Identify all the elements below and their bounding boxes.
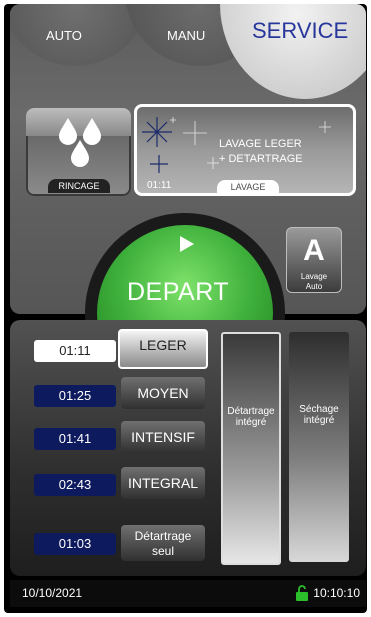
program-time: 01:41 <box>34 428 116 450</box>
program-moyen-button[interactable]: MOYEN <box>121 377 205 409</box>
detartrage-integre-label: Détartrage intégré <box>223 406 279 428</box>
lavage-time: 01:11 <box>147 180 172 191</box>
sechage-integre-label: Séchage intégré <box>289 404 349 426</box>
detartrage-integre-toggle[interactable]: Détartrage intégré <box>221 332 281 565</box>
tab-auto-label[interactable]: AUTO <box>46 28 82 43</box>
program-detartrage-seul-button[interactable]: Détartrage seul <box>121 525 205 561</box>
program-integral-button[interactable]: INTEGRAL <box>121 467 205 499</box>
sechage-line2: intégré <box>303 415 335 426</box>
program-time: 01:11 <box>34 340 116 362</box>
lavage-auto-line2: Auto <box>305 282 323 291</box>
water-drops-icon <box>59 118 101 167</box>
rincage-button[interactable]: RINCAGE <box>26 108 131 196</box>
unlock-icon[interactable] <box>296 585 308 601</box>
program-leger-button[interactable]: LEGER <box>118 329 208 369</box>
program-time: 01:25 <box>34 385 116 407</box>
tab-manu-label[interactable]: MANU <box>167 28 205 43</box>
status-bar: 10/10/2021 10:10:10 <box>10 580 366 607</box>
detartrage-line2: intégré <box>235 417 267 428</box>
lavage-description: LAVAGE LEGER + DETARTRAGE <box>219 137 303 167</box>
status-date: 10/10/2021 <box>22 586 83 600</box>
program-detartrage-line2: seul <box>151 544 174 558</box>
tab-service-label[interactable]: SERVICE <box>252 18 348 44</box>
depart-label: DEPART <box>127 278 230 306</box>
auto-letter: A <box>303 234 325 267</box>
lavage-card[interactable]: LAVAGE LEGER + DETARTRAGE 01:11 LAVAGE <box>134 104 356 196</box>
program-intensif-button[interactable]: INTENSIF <box>121 421 205 453</box>
play-icon <box>180 236 194 252</box>
rincage-label: RINCAGE <box>48 179 110 193</box>
program-time: 01:03 <box>34 533 116 555</box>
lavage-line2: + DETARTRAGE <box>219 153 303 165</box>
sechage-integre-toggle[interactable]: Séchage intégré <box>289 332 349 562</box>
detartrage-line1: Détartrage <box>227 406 275 417</box>
lavage-auto-label: Lavage Auto <box>287 272 341 292</box>
program-time: 02:43 <box>34 474 116 496</box>
sechage-line1: Séchage <box>299 404 339 415</box>
lavage-label: LAVAGE <box>217 180 279 193</box>
status-time: 10:10:10 <box>313 586 360 600</box>
lavage-auto-line1: Lavage <box>300 272 328 281</box>
lavage-line1: LAVAGE LEGER <box>219 138 302 150</box>
program-detartrage-line1: Détartrage <box>134 529 192 543</box>
lavage-auto-button[interactable]: A Lavage Auto <box>286 227 342 293</box>
